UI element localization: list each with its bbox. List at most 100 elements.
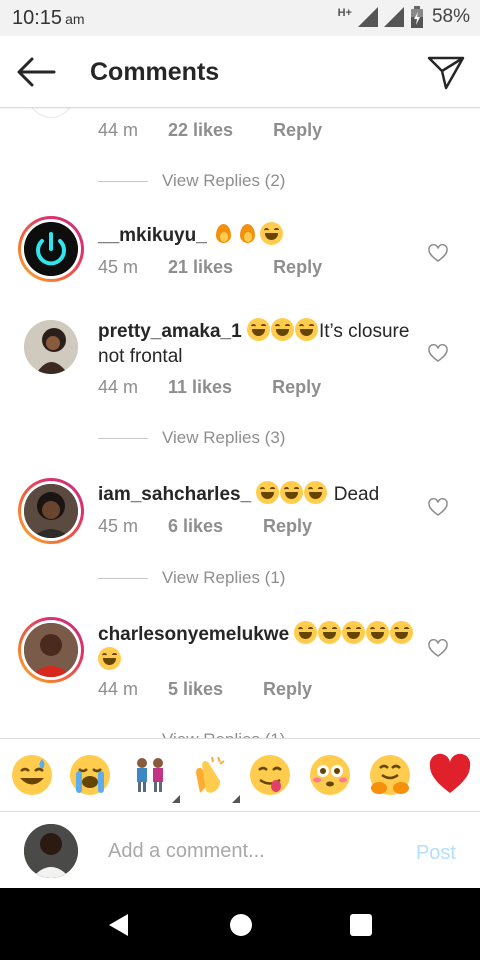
comment-meta: 45 m 6 likes Reply <box>98 516 312 537</box>
profile-photo <box>24 484 78 538</box>
comment-likes[interactable]: 21 likes <box>168 257 233 278</box>
battery-percent: 58% <box>431 6 470 27</box>
couple-icon[interactable] <box>128 753 180 803</box>
laughing-face-icon <box>256 481 280 504</box>
laughing-face-icon <box>304 481 328 504</box>
comment-time: 45 m <box>98 257 139 277</box>
loudly-crying-icon[interactable] <box>68 753 112 797</box>
view-replies-button[interactable]: View Replies (1) <box>98 568 285 588</box>
comment-likes[interactable]: 6 likes <box>168 516 223 537</box>
comment-likes[interactable]: 11 likes <box>168 377 232 398</box>
view-replies-button[interactable]: View Replies (1) <box>98 730 285 738</box>
power-icon <box>24 222 78 276</box>
comment-message: Dead <box>328 484 380 505</box>
avatar[interactable] <box>24 320 78 374</box>
comment-meta: 44 m 11 likes Reply <box>98 377 321 398</box>
back-button[interactable] <box>14 54 58 90</box>
comment-likes[interactable]: 22 likes <box>168 120 233 141</box>
signal-icon-2 <box>383 7 404 27</box>
laughing-face-icon <box>98 647 121 670</box>
like-heart-icon[interactable] <box>428 498 448 518</box>
avatar[interactable] <box>18 478 84 544</box>
comment-time: 44 m <box>98 120 139 140</box>
comment-username[interactable]: charlesonyemelukwe <box>98 624 289 645</box>
nav-home-icon[interactable] <box>228 912 254 938</box>
view-replies-label: View Replies (2) <box>162 171 286 190</box>
reply-button[interactable]: Reply <box>263 516 312 537</box>
hugging-face-icon[interactable] <box>368 753 412 797</box>
fire-icon <box>236 222 259 245</box>
share-button[interactable] <box>426 52 466 92</box>
avatar <box>24 824 78 878</box>
fire-icon <box>212 222 235 245</box>
emoji-quick-bar <box>0 738 480 812</box>
variant-indicator <box>172 795 180 803</box>
sweat-smile-icon[interactable] <box>10 753 54 797</box>
avatar[interactable] <box>18 617 84 683</box>
laughing-face-icon <box>390 621 414 644</box>
yum-face-icon[interactable] <box>248 753 292 797</box>
divider <box>98 180 148 182</box>
comment-composer: Post <box>0 812 480 888</box>
post-button[interactable]: Post <box>416 842 456 865</box>
laughing-face-icon <box>280 481 304 504</box>
profile-photo <box>24 824 78 878</box>
nav-back-icon[interactable] <box>106 912 132 938</box>
reply-button[interactable]: Reply <box>273 120 322 141</box>
laughing-face-icon <box>318 621 342 644</box>
system-nav-bar <box>0 888 480 960</box>
comments-list[interactable]: 44 m 22 likes Reply View Replies (2) __m… <box>0 108 480 738</box>
comment-meta: 45 m 21 likes Reply <box>98 257 322 278</box>
paper-plane-icon <box>427 56 465 90</box>
profile-photo <box>24 623 78 677</box>
comment-meta: 44 m 22 likes Reply <box>98 120 322 141</box>
network-type-icon: H+ <box>337 7 352 19</box>
avatar[interactable] <box>25 108 77 118</box>
status-bar: 10:15 am H+ 58% <box>0 0 480 36</box>
laughing-face-icon <box>260 222 284 245</box>
red-heart-icon[interactable] <box>428 753 472 797</box>
comment-body: pretty_amaka_1 It’s closure not frontal <box>98 318 416 369</box>
comment-body: iam_sahcharles_ Dead <box>98 481 416 507</box>
battery-icon <box>410 6 423 28</box>
divider <box>98 437 148 439</box>
divider <box>98 577 148 579</box>
comment-body: charlesonyemelukwe <box>98 621 416 673</box>
laughing-face-icon <box>342 621 366 644</box>
flushed-face-icon[interactable] <box>308 753 352 797</box>
comment-body: __mkikuyu_ <box>98 222 416 248</box>
comment-time: 44 m <box>98 377 139 397</box>
arrow-left-icon <box>17 57 56 87</box>
reply-button[interactable]: Reply <box>273 257 322 278</box>
comment-username[interactable]: iam_sahcharles_ <box>98 484 251 505</box>
view-replies-label: View Replies (3) <box>162 428 286 447</box>
status-time: 10:15 am <box>12 7 85 30</box>
page-title: Comments <box>90 58 220 86</box>
variant-indicator <box>232 795 240 803</box>
clapping-hands-icon[interactable] <box>188 753 240 803</box>
signal-icon <box>357 7 378 27</box>
avatar[interactable] <box>18 216 84 282</box>
status-ampm: am <box>65 11 85 27</box>
nav-recents-icon[interactable] <box>348 912 374 938</box>
reply-button[interactable]: Reply <box>263 679 312 700</box>
app-header: Comments <box>0 36 480 108</box>
comment-username[interactable]: __mkikuyu_ <box>98 225 207 246</box>
like-heart-icon[interactable] <box>428 639 448 659</box>
like-heart-icon[interactable] <box>428 344 448 364</box>
comment-meta: 44 m 5 likes Reply <box>98 679 312 700</box>
comment-likes[interactable]: 5 likes <box>168 679 223 700</box>
reply-button[interactable]: Reply <box>272 377 321 398</box>
comment-username[interactable]: pretty_amaka_1 <box>98 321 242 342</box>
laughing-face-icon <box>294 621 318 644</box>
laughing-face-icon <box>294 318 318 341</box>
comment-time: 44 m <box>98 679 139 699</box>
like-heart-icon[interactable] <box>428 244 448 264</box>
comment-input[interactable] <box>108 836 388 866</box>
view-replies-button[interactable]: View Replies (3) <box>98 428 285 448</box>
status-clock: 10:15 <box>12 7 63 29</box>
view-replies-button[interactable]: View Replies (2) <box>98 171 285 191</box>
status-icons: H+ 58% <box>338 6 470 28</box>
comment-time: 45 m <box>98 516 139 536</box>
view-replies-label: View Replies (1) <box>162 730 285 738</box>
